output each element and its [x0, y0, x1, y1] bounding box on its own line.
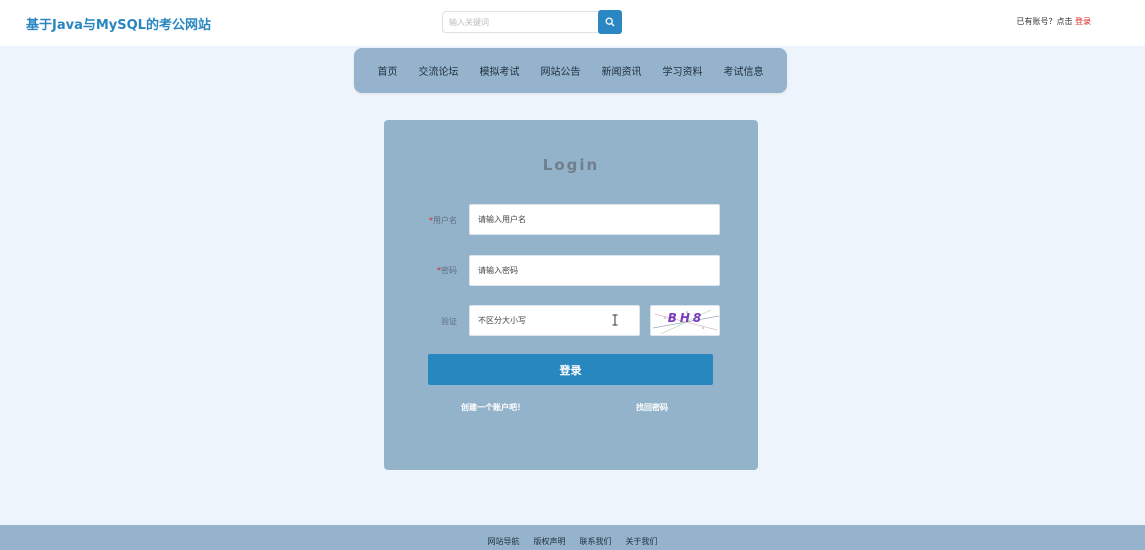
account-prompt: 已有账号？点击 登录 — [1016, 16, 1091, 27]
username-label: *用户名 — [384, 215, 457, 226]
text-cursor-icon — [612, 314, 618, 326]
login-title: Login — [542, 156, 600, 174]
top-header: 基于Java与MySQL的考公网站 已有账号？点击 登录 — [0, 0, 1145, 46]
username-label-text: 用户名 — [433, 216, 457, 225]
footer-copyright[interactable]: 版权声明 — [534, 528, 566, 547]
nav-item-news[interactable]: 新闻资讯 — [602, 63, 642, 78]
footer-contact[interactable]: 联系我们 — [580, 528, 612, 547]
nav-item-mock-exam[interactable]: 模拟考试 — [480, 63, 520, 78]
password-label: *密码 — [384, 265, 457, 276]
site-title[interactable]: 基于Java与MySQL的考公网站 — [26, 14, 211, 33]
main-nav: 首页 交流论坛 模拟考试 网站公告 新闻资讯 学习资料 考试信息 — [354, 48, 787, 93]
nav-item-forum[interactable]: 交流论坛 — [419, 63, 459, 78]
account-prompt-text: 已有账号？点击 — [1016, 17, 1073, 26]
username-input[interactable] — [469, 204, 720, 235]
nav-item-home[interactable]: 首页 — [378, 63, 398, 78]
register-link[interactable]: 创建一个账户吧！ — [461, 402, 525, 413]
search-button[interactable] — [598, 10, 622, 34]
login-card: Login *用户名 *密码 验证 BH8 登录 创建一个账户吧！ 找回密码 — [384, 120, 758, 470]
footer-about[interactable]: 关于我们 — [626, 528, 658, 547]
nav-item-study-materials[interactable]: 学习资料 — [663, 63, 703, 78]
captcha-text: BH8 — [667, 311, 705, 325]
search-input[interactable] — [442, 11, 598, 33]
password-label-text: 密码 — [441, 266, 457, 275]
footer-site-nav[interactable]: 网站导航 — [488, 528, 520, 547]
nav-item-exam-info[interactable]: 考试信息 — [724, 63, 764, 78]
password-input[interactable] — [469, 255, 720, 286]
forgot-password-link[interactable]: 找回密码 — [636, 402, 668, 413]
captcha-label: 验证 — [441, 317, 457, 326]
header-login-link[interactable]: 登录 — [1075, 17, 1091, 26]
footer: 网站导航 版权声明 联系我们 关于我们 — [0, 525, 1145, 550]
login-submit-button[interactable]: 登录 — [428, 354, 713, 385]
captcha-image[interactable]: BH8 — [650, 305, 720, 336]
nav-item-announcements[interactable]: 网站公告 — [541, 63, 581, 78]
search-icon — [605, 17, 615, 27]
